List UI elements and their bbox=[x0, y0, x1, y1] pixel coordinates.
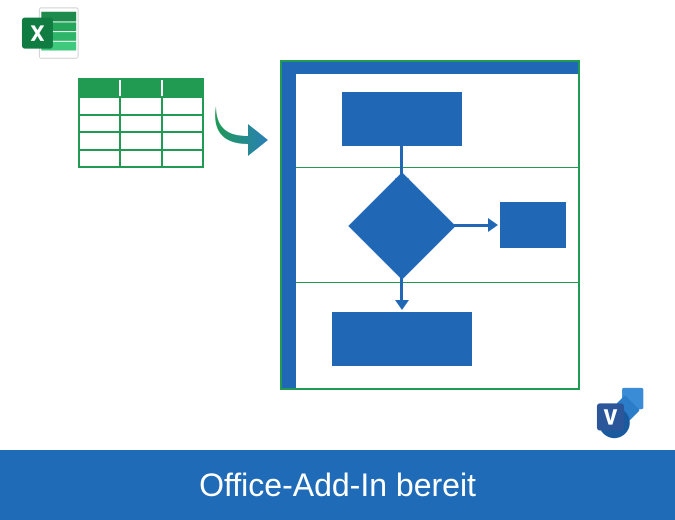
visio-flowchart-graphic bbox=[280, 60, 580, 390]
flowchart-process-shape bbox=[342, 92, 462, 146]
spreadsheet-table-graphic bbox=[78, 78, 204, 168]
flowchart-process-shape bbox=[500, 202, 566, 248]
flowchart-decision-shape bbox=[348, 172, 455, 279]
footer-text: Office-Add-In bereit bbox=[199, 467, 476, 504]
template-thumbnail: Office-Add-In bereit bbox=[0, 0, 675, 520]
flowchart-process-shape bbox=[332, 312, 472, 366]
excel-icon bbox=[20, 4, 82, 62]
visio-icon bbox=[595, 386, 653, 442]
footer-bar: Office-Add-In bereit bbox=[0, 450, 675, 520]
arrow-icon bbox=[212, 100, 272, 160]
